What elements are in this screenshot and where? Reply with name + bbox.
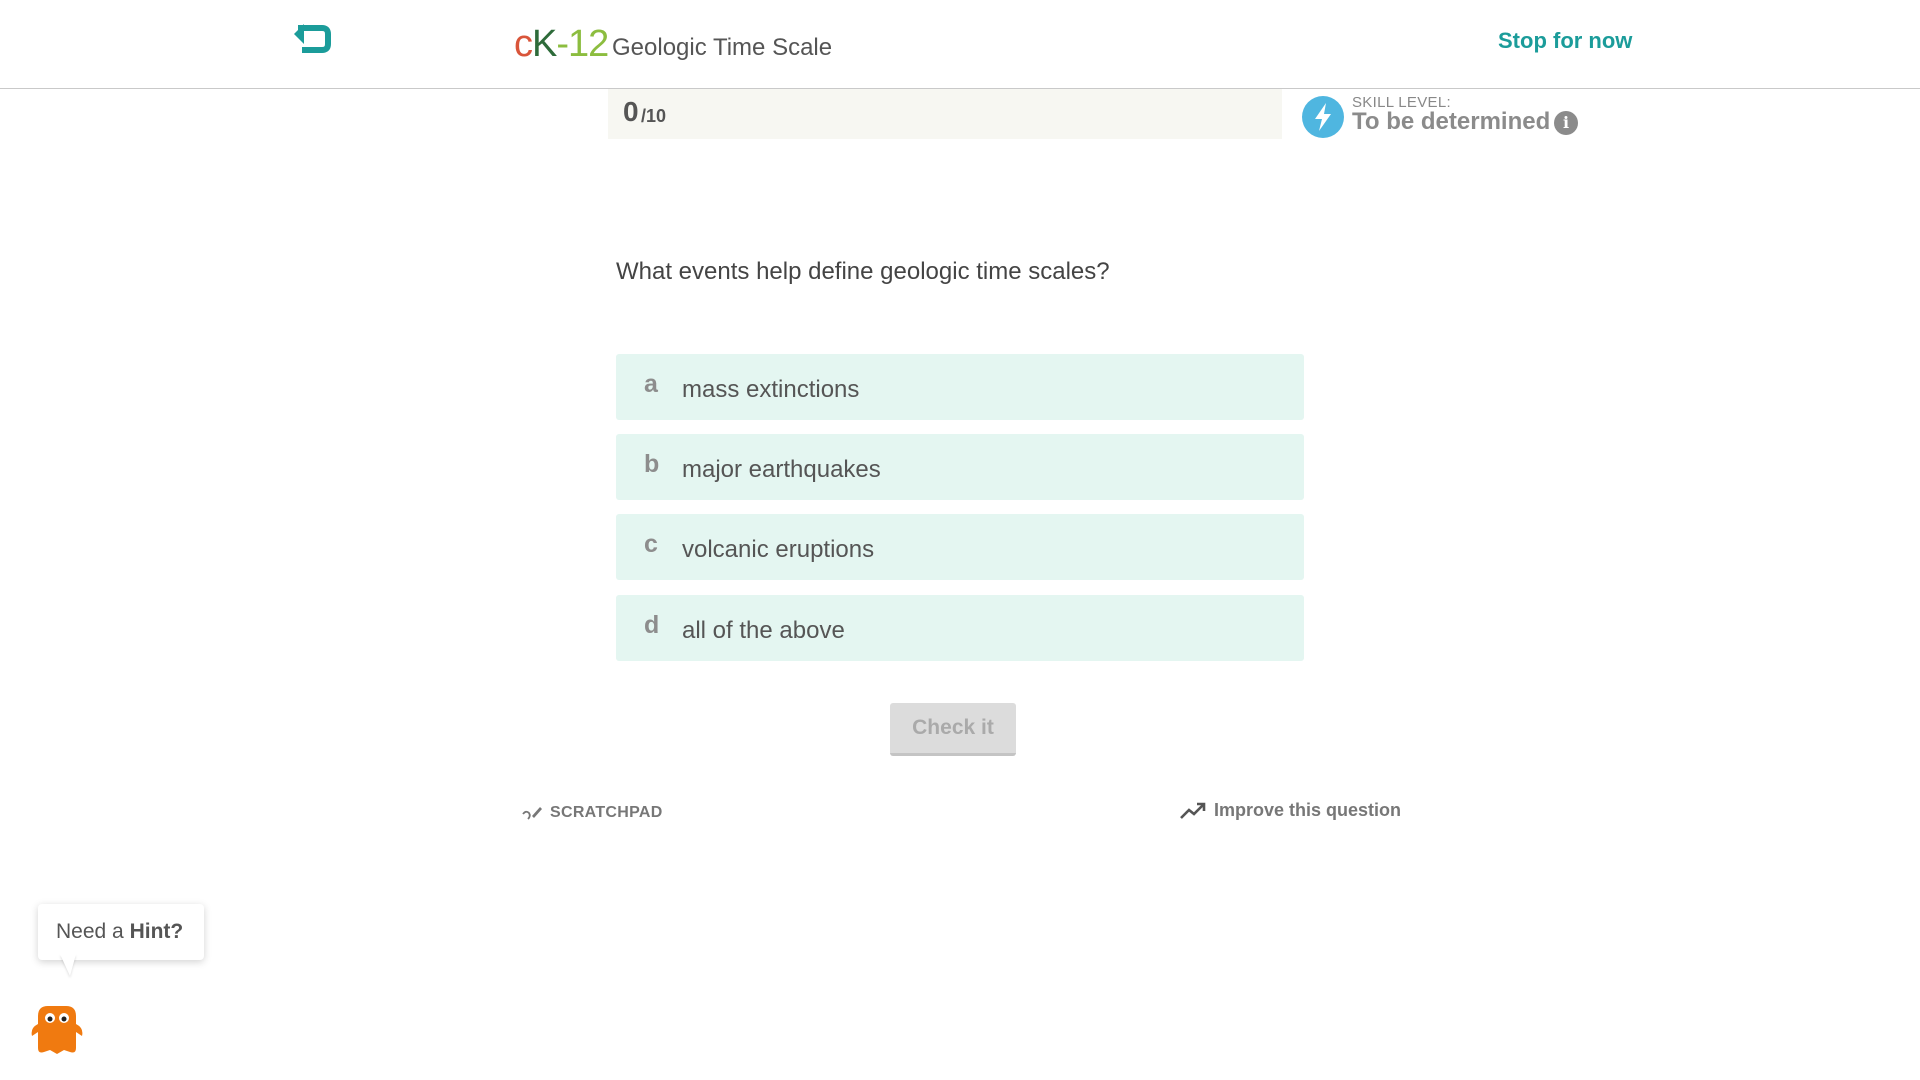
score-current: 0 [623,96,639,127]
improve-question-link[interactable]: Improve this question [1180,800,1401,821]
top-header: cK-12 Geologic Time Scale Stop for now [0,0,1920,89]
option-text: all of the above [682,617,845,644]
answer-option-c[interactable]: c volcanic eruptions [616,514,1304,580]
lightning-icon [1302,96,1344,138]
question-text: What events help define geologic time sc… [616,258,1110,285]
answer-option-b[interactable]: b major earthquakes [616,434,1304,500]
ck12-logo[interactable]: cK-12 [514,22,609,66]
logo-k: K [532,23,557,65]
score-total: /10 [641,106,667,126]
logo-12: -12 [556,23,609,65]
hint-bubble-tail [60,954,76,976]
option-text: mass extinctions [682,376,860,403]
skill-level-value: To be determined [1352,108,1551,135]
option-text: major earthquakes [682,456,881,483]
stop-for-now-link[interactable]: Stop for now [1498,28,1632,54]
trending-up-icon [1180,802,1206,820]
score-bar: 0 /10 [608,89,1282,139]
back-icon[interactable] [292,24,334,56]
scratchpad-label: SCRATCHPAD [550,804,663,822]
option-letter: c [644,530,658,558]
mascot-icon[interactable] [30,1002,84,1056]
option-letter: a [644,370,658,398]
hint-prefix: Need a [56,920,130,943]
logo-c: c [514,23,533,65]
answer-option-d[interactable]: d all of the above [616,595,1304,661]
info-icon[interactable]: i [1554,111,1578,135]
hint-bold: Hint? [129,920,184,943]
pencil-scribble-icon [522,807,542,820]
hint-text: Need a Hint? [56,920,183,944]
check-it-button[interactable]: Check it [890,703,1016,756]
hint-bubble[interactable]: Need a Hint? [38,904,204,960]
page-title: Geologic Time Scale [612,34,833,61]
option-letter: b [644,450,660,478]
improve-label: Improve this question [1214,800,1402,820]
option-text: volcanic eruptions [682,536,875,563]
option-letter: d [644,611,660,639]
answer-option-a[interactable]: a mass extinctions [616,354,1304,420]
scratchpad-button[interactable]: SCRATCHPAD [522,804,663,822]
